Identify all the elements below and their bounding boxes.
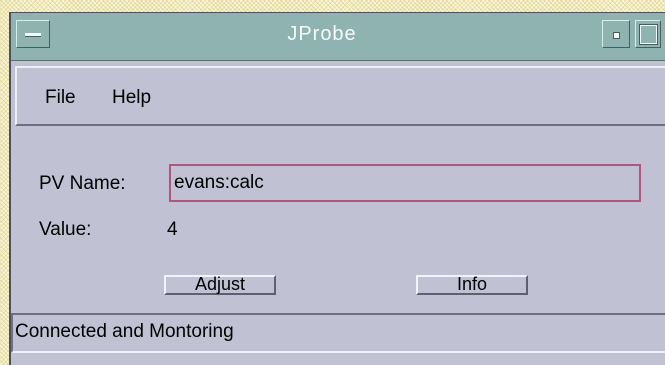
menu-file[interactable]: File bbox=[45, 87, 76, 109]
menu-bar: File Help bbox=[15, 66, 665, 126]
title-bar[interactable]: JProbe bbox=[11, 13, 665, 61]
adjust-button[interactable]: Adjust bbox=[164, 275, 276, 295]
window-title: JProbe bbox=[287, 23, 357, 45]
menu-help[interactable]: Help bbox=[112, 87, 151, 109]
minimize-dot bbox=[613, 32, 620, 39]
info-button[interactable]: Info bbox=[416, 275, 528, 295]
value-label: Value: bbox=[39, 219, 92, 240]
pv-name-input[interactable]: evans:calc bbox=[169, 164, 641, 202]
window-menu-icon[interactable] bbox=[16, 20, 50, 48]
jprobe-window: JProbe File Help PV Name: evans:calc Val… bbox=[9, 12, 665, 365]
pv-name-label: PV Name: bbox=[39, 173, 126, 194]
status-bar: Connected and Montoring bbox=[11, 313, 665, 353]
maximize-square bbox=[639, 24, 658, 45]
value-readout: 4 bbox=[167, 219, 178, 240]
maximize-icon[interactable] bbox=[635, 20, 661, 48]
window-menu-bar bbox=[25, 33, 41, 37]
minimize-icon[interactable] bbox=[602, 20, 630, 48]
